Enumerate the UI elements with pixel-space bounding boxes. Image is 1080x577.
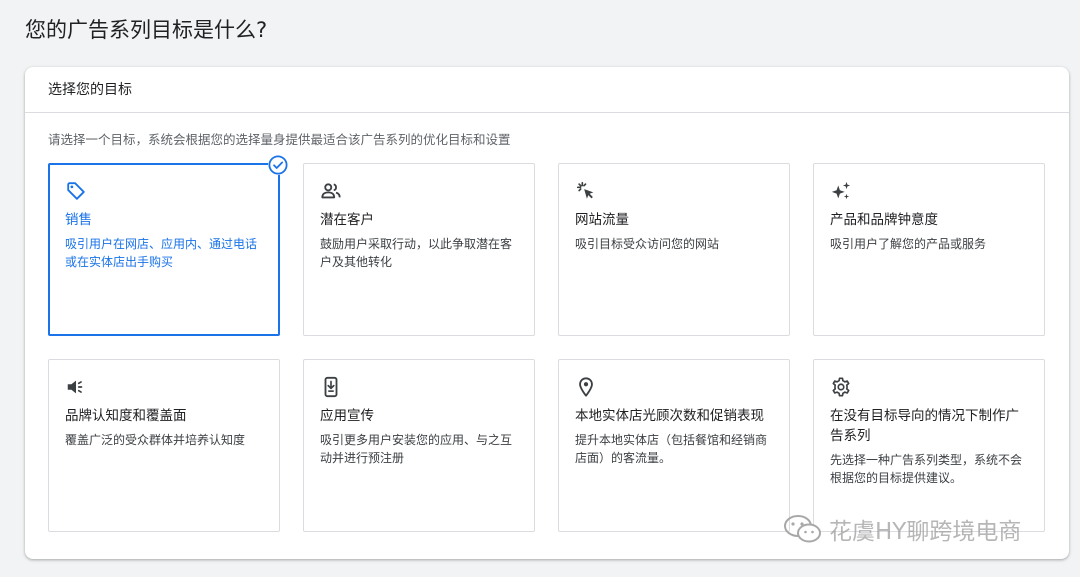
wechat-icon bbox=[784, 515, 821, 543]
goal-selection-panel: 选择您的目标 请选择一个目标，系统会根据您的选择量身提供最适合该广告系列的优化目… bbox=[25, 67, 1069, 559]
goal-description: 覆盖广泛的受众群体并培养认知度 bbox=[65, 433, 246, 447]
goal-title: 潜在客户 bbox=[320, 212, 374, 228]
goal-description: 吸引更多用户安装您的应用、与之互动并进行预注册 bbox=[320, 433, 513, 465]
cursor-click-icon bbox=[576, 181, 594, 199]
people-icon bbox=[321, 183, 341, 199]
goal-card-local-store-visits[interactable]: 本地实体店光顾次数和促销表现 提升本地实体店（包括餐馆和经销商店面）的客流量。 bbox=[558, 359, 790, 532]
goal-card-brand-awareness[interactable]: 品牌认知度和覆盖面 覆盖广泛的受众群体并培养认知度 bbox=[48, 359, 280, 532]
goal-description: 吸引用户在网店、应用内、通过电话或在实体店出手购买 bbox=[65, 237, 258, 269]
goal-description: 提升本地实体店（包括餐馆和经销商店面）的客流量。 bbox=[575, 433, 768, 465]
phone-download-icon bbox=[324, 376, 338, 398]
goal-grid: 销售 吸引用户在网店、应用内、通过电话或在实体店出手购买 潜在客户 鼓励用户采取… bbox=[48, 155, 1045, 532]
goal-card-brand-consideration[interactable]: 产品和品牌钟意度 吸引用户了解您的产品或服务 bbox=[813, 163, 1045, 336]
goal-description: 吸引用户了解您的产品或服务 bbox=[830, 237, 987, 251]
page-title: 您的广告系列目标是什么? bbox=[25, 18, 268, 42]
goal-title: 产品和品牌钟意度 bbox=[830, 212, 938, 228]
goal-card-leads[interactable]: 潜在客户 鼓励用户采取行动，以此争取潜在客户及其他转化 bbox=[303, 163, 535, 336]
goal-title: 应用宣传 bbox=[320, 408, 374, 424]
goal-description: 鼓励用户采取行动，以此争取潜在客户及其他转化 bbox=[320, 237, 513, 269]
gear-icon bbox=[832, 377, 850, 397]
location-pin-icon bbox=[579, 377, 593, 397]
megaphone-icon bbox=[67, 380, 83, 394]
goal-card-sales[interactable]: 销售 吸引用户在网店、应用内、通过电话或在实体店出手购买 bbox=[48, 155, 288, 336]
panel-description: 请选择一个目标，系统会根据您的选择量身提供最适合该广告系列的优化目标和设置 bbox=[48, 132, 511, 147]
tag-icon bbox=[67, 182, 85, 200]
goal-title: 网站流量 bbox=[575, 212, 629, 228]
watermark-text: 花虞HY聊跨境电商 bbox=[829, 519, 1022, 545]
goal-title: 销售 bbox=[65, 212, 92, 228]
goal-title: 本地实体店光顾次数和促销表现 bbox=[575, 408, 764, 424]
watermark: 花虞HY聊跨境电商 bbox=[783, 512, 1021, 546]
goal-card-no-guidance[interactable]: 在没有目标导向的情况下制作广告系列 先选择一种广告系列类型，系统不会根据您的目标… bbox=[813, 359, 1045, 532]
goal-description: 吸引目标受众访问您的网站 bbox=[575, 237, 720, 251]
panel-header: 选择您的目标 bbox=[25, 67, 1069, 113]
goal-card-app-promotion[interactable]: 应用宣传 吸引更多用户安装您的应用、与之互动并进行预注册 bbox=[303, 359, 535, 532]
goal-title: 在没有目标导向的情况下制作广告系列 bbox=[830, 408, 1019, 444]
goal-title: 品牌认知度和覆盖面 bbox=[65, 408, 187, 424]
selected-check-icon bbox=[268, 155, 288, 175]
sparkle-icon bbox=[831, 181, 851, 200]
goal-description: 先选择一种广告系列类型，系统不会根据您的目标提供建议。 bbox=[830, 453, 1023, 485]
goal-card-website-traffic[interactable]: 网站流量 吸引目标受众访问您的网站 bbox=[558, 163, 790, 336]
